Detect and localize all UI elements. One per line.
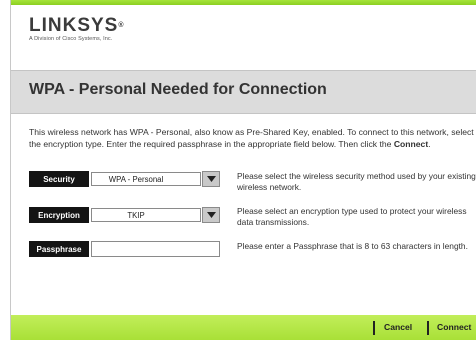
brand-logo: LINKSYS® A Division of Cisco Systems, In… (29, 16, 124, 42)
setup-wizard-window: LINKSYS® A Division of Cisco Systems, In… (10, 0, 476, 340)
footer-separator (373, 321, 375, 335)
security-label: Security (29, 171, 89, 187)
footer-separator (427, 321, 429, 335)
security-select[interactable]: WPA - Personal (91, 172, 201, 186)
brand-wordmark: LINKSYS (29, 15, 119, 36)
cancel-button[interactable]: Cancel (384, 322, 412, 332)
brand-name: LINKSYS® (29, 16, 124, 35)
registered-mark: ® (118, 22, 124, 29)
passphrase-label: Passphrase (29, 241, 89, 257)
intro-text: This wireless network has WPA - Personal… (29, 127, 476, 150)
passphrase-input[interactable] (91, 241, 220, 257)
top-accent-strip (11, 0, 476, 5)
encryption-label: Encryption (29, 207, 89, 223)
security-help-text: Please select the wireless security meth… (237, 171, 476, 192)
page-title: WPA - Personal Needed for Connection (29, 81, 327, 98)
chevron-down-icon (206, 212, 216, 218)
chevron-down-icon (206, 176, 216, 182)
connect-button[interactable]: Connect (437, 322, 471, 332)
intro-connect-word: Connect (393, 138, 429, 149)
security-dropdown-arrow[interactable] (202, 171, 220, 187)
intro-end: . (428, 138, 431, 149)
encryption-select[interactable]: TKIP (91, 208, 201, 222)
encryption-help-text: Please select an encryption type used to… (237, 206, 467, 227)
brand-tagline: A Division of Cisco Systems, Inc. (29, 36, 113, 42)
encryption-dropdown-arrow[interactable] (202, 207, 220, 223)
passphrase-help-text: Please enter a Passphrase that is 8 to 6… (237, 241, 468, 251)
